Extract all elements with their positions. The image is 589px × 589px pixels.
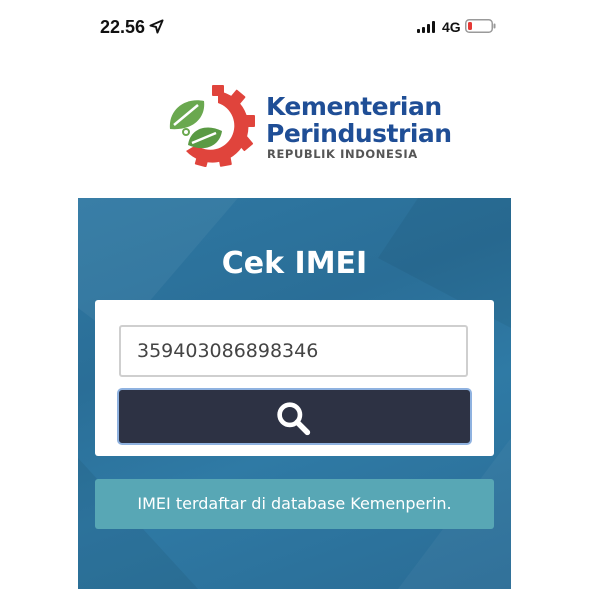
status-bar: 22.56 4G xyxy=(0,0,589,48)
imei-input[interactable] xyxy=(119,325,468,377)
imei-check-card: Cek IMEI IMEI terdaftar di database Keme… xyxy=(78,198,511,589)
location-arrow-icon xyxy=(149,19,164,34)
kemenperin-logo: Kementerian Perindustrian REPUBLIK INDON… xyxy=(163,84,452,170)
logo-subtitle: REPUBLIK INDONESIA xyxy=(267,147,418,161)
imei-form xyxy=(95,300,494,456)
gear-leaf-logo-icon xyxy=(169,85,255,167)
logo-title-line1: Kementerian xyxy=(266,92,442,121)
search-button[interactable] xyxy=(117,388,472,445)
result-message: IMEI terdaftar di database Kemenperin. xyxy=(95,479,494,529)
search-icon xyxy=(277,402,311,436)
status-time: 22.56 xyxy=(100,17,146,37)
page-title: Cek IMEI xyxy=(221,246,368,281)
battery-low-icon xyxy=(465,19,496,33)
logo-title-line2: Perindustrian xyxy=(266,119,452,148)
signal-bars-icon xyxy=(417,21,437,33)
network-type-label: 4G xyxy=(442,19,461,35)
